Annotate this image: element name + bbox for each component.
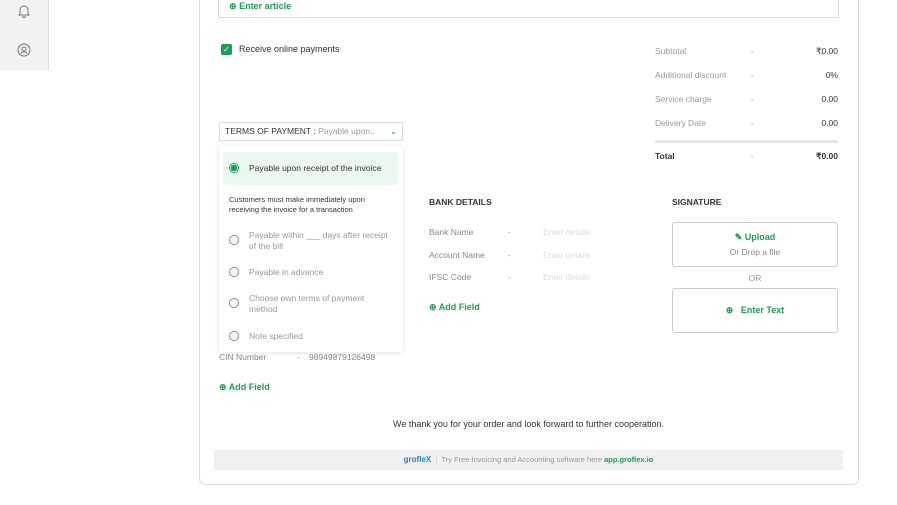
separator: -	[297, 352, 300, 362]
online-payments-label: Receive online payments	[239, 44, 340, 54]
option-label: Payable upon receipt of the invoice	[249, 163, 382, 173]
online-payments-checkbox[interactable]: ✓	[221, 44, 232, 55]
delivery-date-label: Delivery Date	[655, 118, 707, 128]
option-label[interactable]: Choose own terms of payment method	[249, 293, 389, 315]
sidebar	[0, 0, 49, 70]
delivery-date-value[interactable]: 0.00	[821, 118, 838, 128]
plus-circle-icon: ⊕	[429, 302, 437, 312]
drop-file-label: Or Drop a file	[729, 247, 781, 257]
enter-text-button[interactable]: ⊕ Enter Text	[672, 288, 838, 333]
option-label[interactable]: Note specified	[249, 331, 303, 342]
terms-dropdown-menu: Payable upon receipt of the invoice Cust…	[219, 146, 403, 352]
account-name-label: Account Name	[429, 250, 485, 260]
plus-circle-icon: ⊕	[725, 305, 734, 315]
bank-details-title: BANK DETAILS	[429, 197, 492, 207]
terms-value: Payable upon..	[318, 126, 375, 136]
terms-label: TERMS OF PAYMENT :	[225, 126, 316, 136]
radio-icon[interactable]	[229, 298, 239, 308]
option-selected[interactable]: Payable upon receipt of the invoice	[223, 152, 398, 185]
ifsc-input[interactable]: Enter details	[543, 272, 590, 282]
plus-circle-icon: ⊕	[229, 1, 237, 11]
company-add-field-button[interactable]: ⊕ Add Field	[219, 382, 270, 393]
separator: -	[751, 151, 754, 161]
radio-icon[interactable]	[229, 331, 239, 341]
separator: -	[751, 70, 754, 80]
bank-name-input[interactable]: Enter details	[543, 227, 590, 237]
ifsc-label: IFSC Code	[429, 272, 472, 282]
separator: -	[508, 227, 511, 237]
add-field-label: Add Field	[228, 382, 270, 392]
chevron-down-icon: ⌄	[389, 126, 397, 136]
add-field-label: Add Field	[438, 302, 480, 312]
radio-selected-icon	[229, 163, 239, 173]
or-label: OR	[748, 273, 762, 283]
service-charge-label: Service charge	[655, 94, 712, 104]
signature-upload-box[interactable]: ✎ Upload Or Drop a file	[672, 222, 838, 267]
account-name-input[interactable]: Enter details	[543, 250, 590, 260]
discount-value[interactable]: 0%	[826, 70, 838, 80]
separator: -	[751, 94, 754, 104]
subtotal-label: Subtotal	[655, 46, 687, 56]
thank-you-note: We thank you for your order and look for…	[393, 419, 664, 429]
cin-value[interactable]: 98949879126498	[309, 352, 375, 362]
separator: -	[508, 250, 511, 260]
total-label: Total	[655, 151, 675, 161]
separator: -	[751, 46, 754, 56]
service-charge-value[interactable]: 0.00	[821, 94, 838, 104]
subtotal-value: ₹0.00	[816, 46, 838, 56]
terms-description: Customers must make immediately upon rec…	[229, 195, 365, 214]
bell-icon[interactable]	[16, 3, 32, 19]
article-box: ⊕ Enter article	[218, 0, 839, 18]
groflex-logo: grofleX	[403, 455, 432, 464]
radio-icon[interactable]	[229, 267, 239, 277]
divider	[655, 140, 838, 143]
total-value: ₹0.00	[816, 151, 838, 161]
enter-article-label: Enter article	[239, 1, 292, 11]
separator: -	[751, 118, 754, 128]
radio-icon[interactable]	[229, 235, 239, 245]
promo-bar: grofleX | Try Free Invoicing and Account…	[214, 450, 843, 470]
plus-circle-icon: ⊕	[219, 382, 227, 392]
upload-label: Upload	[744, 232, 776, 242]
option-label[interactable]: Payable in advance	[249, 267, 323, 278]
cin-label: CIN Number	[219, 352, 267, 362]
bank-add-field-button[interactable]: ⊕ Add Field	[429, 302, 480, 313]
option-label[interactable]: Payable within ___ days after receipt of…	[249, 230, 389, 252]
enter-article-button[interactable]: ⊕ Enter article	[229, 1, 291, 12]
separator: -	[508, 272, 511, 282]
user-circle-icon[interactable]	[16, 42, 32, 58]
signature-title: SIGNATURE	[672, 197, 722, 207]
edit-icon: ✎	[734, 232, 743, 242]
bank-name-label: Bank Name	[429, 227, 474, 237]
promo-text: Try Free Invoicing and Accounting softwa…	[441, 455, 603, 464]
discount-label: Additional discount	[655, 70, 727, 80]
enter-text-label: Enter Text	[740, 305, 785, 315]
terms-of-payment-dropdown[interactable]: TERMS OF PAYMENT : Payable upon.. ⌄	[219, 122, 403, 141]
groflex-link[interactable]: app.groflex.io	[604, 455, 653, 464]
